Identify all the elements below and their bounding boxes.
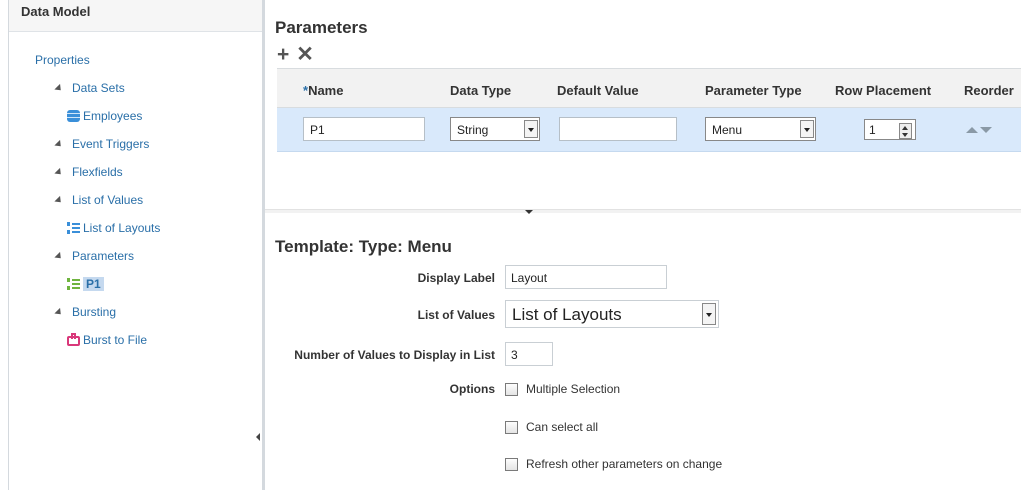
- list-of-values-select[interactable]: List of Layouts: [505, 300, 719, 328]
- move-up-icon[interactable]: [966, 127, 978, 133]
- tree-item-list-of-values[interactable]: List of Values: [9, 186, 262, 214]
- template-title: Template: Type: Menu: [275, 237, 452, 256]
- tree-item-bursting[interactable]: Bursting: [9, 298, 262, 326]
- tree-item-employees[interactable]: Employees: [9, 102, 262, 130]
- tree-item-label: Bursting: [72, 305, 117, 319]
- move-down-icon[interactable]: [980, 127, 992, 133]
- chevron-down-icon[interactable]: [524, 120, 538, 138]
- refresh-on-change-checkbox[interactable]: [505, 457, 518, 471]
- num-values-field[interactable]: 3: [505, 342, 553, 366]
- data-model-tree: Properties Data Sets Employees Event Tri…: [9, 32, 262, 354]
- table-row[interactable]: P1 String Menu 1: [277, 108, 1021, 152]
- column-parameter-type-header[interactable]: Parameter Type: [705, 83, 802, 98]
- options-label: Options: [449, 382, 495, 396]
- expand-triangle-icon[interactable]: [54, 307, 64, 317]
- default-value-field[interactable]: [559, 117, 677, 141]
- row-placement-value: 1: [869, 123, 876, 137]
- expand-triangle-icon[interactable]: [54, 167, 64, 177]
- multiple-selection-label: Multiple Selection: [526, 382, 621, 396]
- collapse-down-arrow-icon[interactable]: [525, 210, 533, 214]
- expand-triangle-icon[interactable]: [54, 251, 64, 261]
- expand-triangle-icon[interactable]: [54, 83, 64, 93]
- row-placement-stepper[interactable]: 1: [864, 119, 916, 140]
- data-model-header: Data Model: [9, 0, 262, 32]
- parameter-type-value: Menu: [712, 123, 743, 137]
- tree-item-burst-to-file[interactable]: Burst to File: [9, 326, 262, 354]
- parameters-toolbar: + ✕: [277, 44, 314, 65]
- tree-item-label: List of Values: [72, 193, 144, 207]
- tree-item-label: P1: [83, 277, 104, 291]
- spinner-icon[interactable]: [899, 123, 912, 139]
- database-icon: [67, 110, 80, 122]
- add-parameter-icon[interactable]: +: [277, 44, 289, 65]
- column-label: Name: [308, 83, 344, 98]
- column-name-header[interactable]: *Name: [303, 83, 343, 98]
- tree-item-label: Parameters: [72, 249, 135, 263]
- tree-item-event-triggers[interactable]: Event Triggers: [9, 130, 262, 158]
- tree-item-data-sets[interactable]: Data Sets: [9, 74, 262, 102]
- tree-item-list-of-layouts[interactable]: List of Layouts: [9, 214, 262, 242]
- column-row-placement-header[interactable]: Row Placement: [835, 83, 931, 98]
- parameter-editor: Parameters + ✕ *Name Data Type Default V…: [265, 0, 1021, 490]
- multiple-selection-checkbox[interactable]: [505, 382, 518, 396]
- display-label-label: Display Label: [417, 271, 495, 285]
- chevron-down-icon[interactable]: [800, 120, 814, 138]
- reorder-controls: [966, 127, 992, 133]
- display-label-field[interactable]: Layout: [505, 265, 667, 289]
- column-reorder-header[interactable]: Reorder: [964, 83, 1014, 98]
- can-select-all-option[interactable]: Can select all: [505, 420, 598, 434]
- data-type-select[interactable]: String: [450, 117, 540, 141]
- list-of-values-icon: [67, 222, 80, 234]
- refresh-on-change-option[interactable]: Refresh other parameters on change: [505, 457, 722, 471]
- tree-item-label: Employees: [83, 109, 143, 123]
- tree-item-p1[interactable]: P1: [9, 270, 262, 298]
- expand-triangle-icon[interactable]: [54, 139, 64, 149]
- multiple-selection-option[interactable]: Multiple Selection: [505, 382, 620, 396]
- tree-item-label: Properties: [35, 53, 90, 67]
- name-field[interactable]: P1: [303, 117, 425, 141]
- parameters-table: *Name Data Type Default Value Parameter …: [277, 68, 1021, 156]
- data-type-value: String: [457, 123, 489, 137]
- data-model-panel: Data Model Properties Data Sets Employee…: [8, 0, 262, 490]
- collapse-left-arrow-icon[interactable]: [256, 433, 260, 441]
- horizontal-splitter[interactable]: [265, 209, 1021, 214]
- tree-item-label: Data Sets: [72, 81, 125, 95]
- column-default-value-header[interactable]: Default Value: [557, 83, 639, 98]
- parameter-type-select[interactable]: Menu: [705, 117, 816, 141]
- parameters-title: Parameters: [275, 18, 368, 37]
- tree-item-label: Burst to File: [83, 333, 148, 347]
- expand-triangle-icon[interactable]: [54, 195, 64, 205]
- tree-item-parameters[interactable]: Parameters: [9, 242, 262, 270]
- num-values-label: Number of Values to Display in List: [294, 348, 495, 362]
- parameter-icon: [67, 278, 80, 290]
- can-select-all-label: Can select all: [526, 420, 599, 434]
- list-of-values-value: List of Layouts: [512, 305, 622, 324]
- column-data-type-header[interactable]: Data Type: [450, 83, 511, 98]
- list-of-values-label: List of Values: [417, 308, 495, 322]
- tree-item-label: Event Triggers: [72, 137, 150, 151]
- tree-item-properties[interactable]: Properties: [9, 46, 262, 74]
- can-select-all-checkbox[interactable]: [505, 420, 518, 434]
- tree-item-flexfields[interactable]: Flexfields: [9, 158, 262, 186]
- refresh-on-change-label: Refresh other parameters on change: [526, 457, 723, 471]
- delete-parameter-icon[interactable]: ✕: [296, 44, 314, 65]
- tree-item-label: List of Layouts: [83, 221, 161, 235]
- chevron-down-icon[interactable]: [702, 303, 716, 325]
- tree-item-label: Flexfields: [72, 165, 123, 179]
- table-header: *Name Data Type Default Value Parameter …: [277, 68, 1021, 108]
- printer-icon: [67, 333, 80, 346]
